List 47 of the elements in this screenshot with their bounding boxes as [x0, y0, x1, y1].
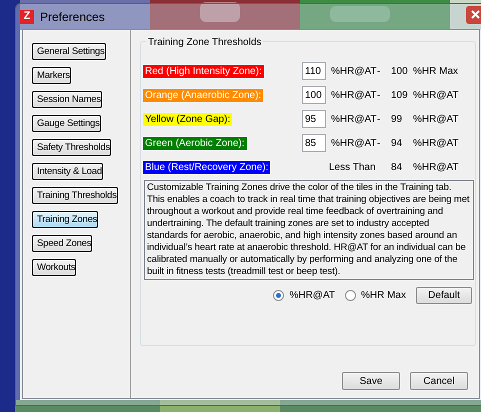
sidebar-button[interactable]: Training Thresholds [32, 187, 118, 204]
zone-input[interactable]: 95 [302, 110, 326, 128]
upper-value: 99 [391, 112, 404, 126]
radio-label: %HR Max [360, 289, 406, 303]
sidebar-button[interactable]: Gauge Settings [32, 115, 101, 132]
sidebar-button[interactable]: Training Zones [32, 211, 98, 228]
sidebar-button[interactable]: General Settings [32, 43, 106, 60]
zone-label: Yellow (Zone Gap): [143, 112, 232, 126]
zone-input[interactable]: 110 [302, 62, 326, 80]
sidebar-button[interactable]: Intensity & Load [32, 163, 103, 180]
upper-value: 94 [391, 136, 404, 150]
dash-label: - [377, 112, 382, 126]
unit-label: %HR@AT [413, 160, 459, 174]
window-title: Preferences [40, 8, 105, 26]
less-than-label: Less Than [329, 160, 377, 174]
unit-label: %HR@AT [413, 112, 459, 126]
zone-label: Red (High Intensity Zone): [143, 64, 264, 78]
default-button[interactable]: Default [416, 287, 472, 304]
unit-label: %HR@AT [331, 88, 377, 102]
unit-label: %HR@AT [413, 136, 459, 150]
unit-label: %HR Max [413, 64, 458, 78]
upper-value: 100 [391, 64, 409, 78]
app-logo: Z [20, 10, 34, 24]
zone-label: Blue (Rest/Recovery Zone): [143, 160, 270, 174]
dash-label: - [377, 64, 382, 78]
dash-label: - [377, 88, 382, 102]
zone-input[interactable]: 100 [302, 86, 326, 104]
upper-value: 109 [391, 88, 409, 102]
unit-label: %HR@AT [413, 88, 459, 102]
zone-input[interactable]: 85 [302, 134, 326, 152]
radio-label: %HR@AT [289, 289, 335, 303]
sidebar-button[interactable]: Safety Thresholds [32, 139, 111, 156]
dash-label: - [377, 136, 382, 150]
sidebar-button[interactable]: Workouts [32, 259, 76, 276]
sidebar-button[interactable]: Speed Zones [32, 235, 92, 252]
dialog-button[interactable]: Save [342, 372, 400, 390]
zone-label: Orange (Anaerobic Zone): [143, 88, 264, 102]
unit-label: %HR@AT [331, 64, 377, 78]
sidebar-button[interactable]: Session Names [32, 91, 102, 108]
unit-label: %HR@AT [331, 136, 377, 150]
zone-label: Green (Aerobic Zone): [143, 136, 246, 150]
description-text: Customizable Training Zones drive the color of the tiles in the Training tab. This enables a coach to track in real time that training objectives are being met throughout a workout and provide real time feedback of overtraining and undertraining. The default training zones are set to industry accepted standards for aerobic, anaerobic, and high intensity zones based around an individual’s heart rate at anaerobic threshold. HR@AT for an individual can be calibrated manually or automatically by performing and analyzing one of the built in fitness tests (treadmill test or beep test). [144, 180, 474, 280]
unit-label: %HR@AT [331, 112, 377, 126]
group-title: Training Zone Thresholds [146, 35, 264, 50]
upper-value: 84 [391, 160, 404, 174]
dialog-button[interactable]: Cancel [410, 372, 468, 390]
sidebar-button[interactable]: Markers [32, 67, 71, 84]
